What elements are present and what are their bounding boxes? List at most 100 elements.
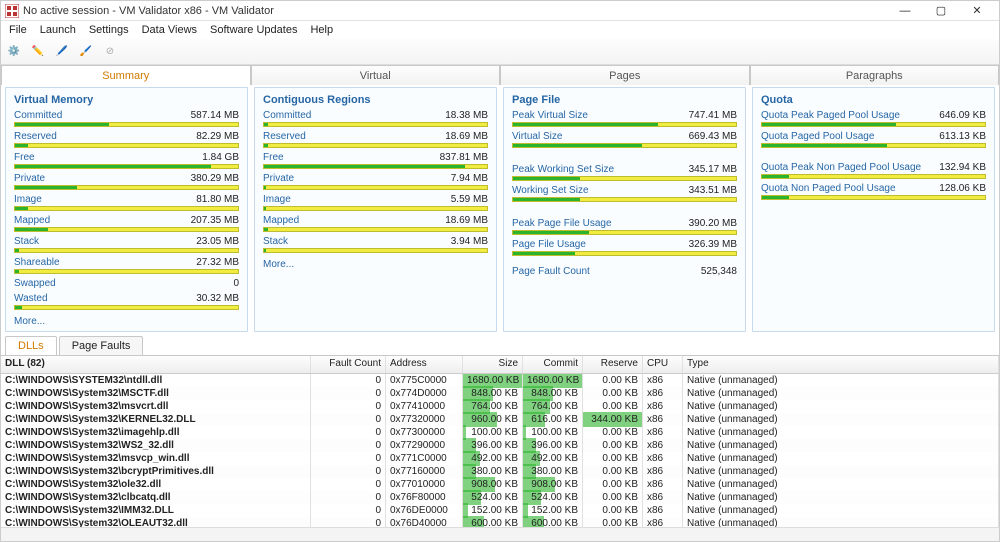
metric-bar [14,206,239,211]
cell-address: 0x76D40000 [386,516,463,527]
cell-size: 152.00 KB [463,503,523,518]
metric-committed: Committed18.38 MB [263,110,488,127]
metric-label: Wasted [14,293,48,304]
metric-label: Image [14,194,42,205]
menu-file[interactable]: File [3,23,33,37]
maximize-button[interactable]: ▢ [923,1,959,21]
metric-reserved: Reserved82.29 MB [14,131,239,148]
col-type[interactable]: Type [683,356,999,373]
cell-size: 100.00 KB [463,425,523,440]
more-link[interactable]: More... [14,316,239,327]
stop-icon[interactable]: ⊘ [101,43,119,61]
col-reserve[interactable]: Reserve [583,356,643,373]
panel-title: Quota [761,94,986,110]
metric-bar [14,143,239,148]
summary-panels: Virtual Memory Committed587.14 MBReserve… [1,85,999,336]
subtab-dlls[interactable]: DLLs [5,336,57,355]
metric-stack: Stack 23.05 MB [14,236,239,253]
metric-value: 81.80 MB [196,194,239,205]
metric-working-set-size: Working Set Size343.51 MB [512,185,737,202]
metric-free: Free837.81 MB [263,152,488,169]
metric-reserved: Reserved18.69 MB [263,131,488,148]
metric-image: Image 5.59 MB [263,194,488,211]
metric-label: Private [14,173,45,184]
metric-value: 18.69 MB [445,215,488,226]
subtab-page-faults[interactable]: Page Faults [59,336,144,355]
panel-title: Page File [512,94,737,110]
metric-virtual-size: Virtual Size669.43 MB [512,131,737,148]
col-fault[interactable]: Fault Count [311,356,386,373]
page-fault-value: 525,348 [701,266,737,277]
cell-size: 396.00 KB [463,438,523,453]
metric-quota-peak-non-paged-pool-usage: Quota Peak Non Paged Pool Usage132.94 KB [761,162,986,179]
metric-value: 669.43 MB [689,131,737,142]
cell-size: 764.00 KB [463,399,523,414]
metric-quota-non-paged-pool-usage: Quota Non Paged Pool Usage128.06 KB [761,183,986,200]
metric-mapped: Mapped18.69 MB [263,215,488,232]
cell-commit: 1680.00 KB [523,374,583,388]
brush-icon[interactable]: 🖌️ [77,43,95,61]
metric-label: Working Set Size [512,185,589,196]
metric-quota-peak-paged-pool-usage: Quota Peak Paged Pool Usage646.09 KB [761,110,986,127]
main-tabs: SummaryVirtualPagesParagraphs [1,65,999,85]
metric-value: 7.94 MB [451,173,488,184]
metric-label: Stack [14,236,39,247]
cell-commit: 600.00 KB [523,516,583,527]
metric-value: 747.41 MB [689,110,737,121]
metric-value: 5.59 MB [451,194,488,205]
metric-bar [14,248,239,253]
menu-settings[interactable]: Settings [83,23,135,37]
metric-bar [14,164,239,169]
tab-paragraphs[interactable]: Paragraphs [750,65,1000,85]
metric-bar [512,122,737,127]
metric-bar [14,269,239,274]
app-window: No active session - VM Validator x86 - V… [0,0,1000,542]
table-header: DLL (82) Fault Count Address Size Commit… [1,356,999,374]
metric-bar [263,248,488,253]
metric-value: 390.20 MB [689,218,737,229]
menu-software-updates[interactable]: Software Updates [204,23,303,37]
tab-summary[interactable]: Summary [1,65,251,85]
col-dll[interactable]: DLL (82) [1,356,311,373]
metric-label: Free [263,152,284,163]
cell-commit: 908.00 KB [523,477,583,492]
wand2-icon[interactable]: 🖊️ [53,43,71,61]
metric-value: 646.09 KB [939,110,986,121]
minimize-button[interactable]: — [887,1,923,21]
close-button[interactable]: ✕ [959,1,995,21]
metric-value: 23.05 MB [196,236,239,247]
metric-label: Quota Paged Pool Usage [761,131,874,142]
table-body[interactable]: C:\WINDOWS\SYSTEM32\ntdll.dll00x775C0000… [1,374,999,527]
cell-dll: C:\WINDOWS\System32\OLEAUT32.dll [1,516,311,527]
more-link[interactable]: More... [263,259,488,270]
metric-value: 587.14 MB [191,110,239,121]
metric-label: Image [263,194,291,205]
metric-value: 207.35 MB [191,215,239,226]
metric-bar [512,143,737,148]
col-cpu[interactable]: CPU [643,356,683,373]
tab-pages[interactable]: Pages [500,65,750,85]
metric-peak-page-file-usage: Peak Page File Usage390.20 MB [512,218,737,235]
metric-bar [14,122,239,127]
metric-bar [761,143,986,148]
cell-size: 908.00 KB [463,477,523,492]
col-address[interactable]: Address [386,356,463,373]
table-row[interactable]: C:\WINDOWS\System32\OLEAUT32.dll00x76D40… [1,517,999,527]
tab-virtual[interactable]: Virtual [251,65,501,85]
cell-size: 380.00 KB [463,464,523,479]
menu-launch[interactable]: Launch [34,23,82,37]
col-size[interactable]: Size [463,356,523,373]
menu-help[interactable]: Help [304,23,339,37]
toolbar: ⚙️ ✏️ 🖊️ 🖌️ ⊘ [1,39,999,65]
metric-value: 27.32 MB [196,257,239,268]
metric-label: Private [263,173,294,184]
col-commit[interactable]: Commit [523,356,583,373]
metric-free: Free1.84 GB [14,152,239,169]
gear-icon[interactable]: ⚙️ [5,43,23,61]
wand1-icon[interactable]: ✏️ [29,43,47,61]
menu-data-views[interactable]: Data Views [136,23,203,37]
cell-commit: 380.00 KB [523,464,583,479]
metric-shareable: Shareable27.32 MB [14,257,239,274]
metric-quota-paged-pool-usage: Quota Paged Pool Usage613.13 KB [761,131,986,148]
cell-commit: 492.00 KB [523,451,583,466]
